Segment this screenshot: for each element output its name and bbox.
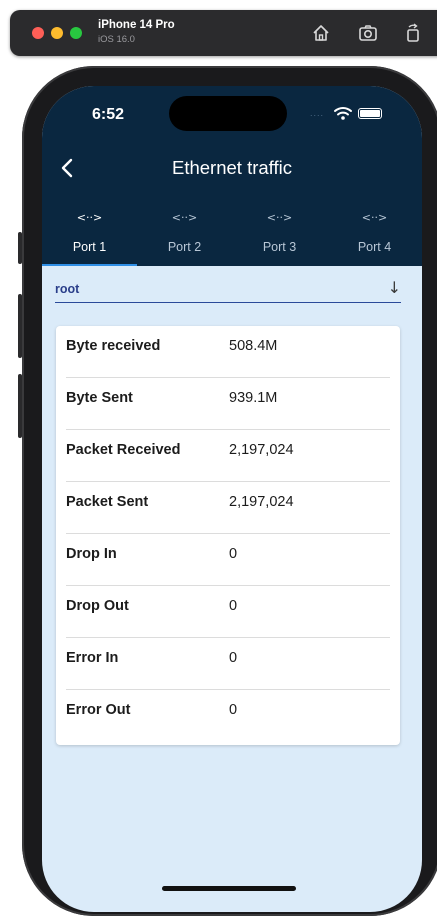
stat-row-drop-out: Drop Out 0 [66,586,390,638]
stat-value: 2,197,024 [229,442,294,458]
stat-row-packet-received: Packet Received 2,197,024 [66,430,390,482]
stat-row-byte-received: Byte received 508.4M [66,326,390,378]
phone-screen: 6:52 .... Ethernet traffic <··> Port 1 <… [42,86,422,912]
wifi-icon [334,107,352,120]
stat-value: 2,197,024 [229,494,294,510]
ethernet-icon: <··> [76,211,103,224]
stat-row-drop-in: Drop In 0 [66,534,390,586]
volume-up-button [18,294,22,358]
device-name: iPhone 14 Pro [98,19,175,31]
stat-label: Byte Sent [66,390,133,406]
stat-label: Packet Sent [66,494,149,510]
stat-label: Drop Out [66,598,129,614]
stat-label: Packet Received [66,442,181,458]
tab-label: Port 4 [357,240,392,254]
stat-row-packet-sent: Packet Sent 2,197,024 [66,482,390,534]
tab-port-3[interactable]: <··> Port 3 [232,204,327,266]
simulator-toolbar: iPhone 14 Pro iOS 16.0 [10,10,437,56]
home-indicator[interactable] [162,886,296,891]
stat-value: 0 [229,546,238,562]
status-time: 6:52 [92,106,125,123]
close-window-button[interactable] [32,27,44,39]
zoom-window-button[interactable] [70,27,82,39]
stat-row-byte-sent: Byte Sent 939.1M [66,378,390,430]
stat-row-error-out: Error Out 0 [66,690,390,742]
stat-label: Byte received [66,338,161,354]
tab-port-2[interactable]: <··> Port 2 [137,204,232,266]
dynamic-island [169,96,287,131]
stat-label: Drop In [66,546,117,562]
battery-icon [358,108,382,119]
app-header: 6:52 .... Ethernet traffic <··> Port 1 <… [42,86,422,266]
stat-value: 0 [229,650,238,666]
stat-value: 508.4M [229,338,278,354]
tab-port-4[interactable]: <··> Port 4 [327,204,422,266]
stat-label: Error In [66,650,119,666]
tab-label: Port 3 [262,240,297,254]
signal-indicator: .... [310,108,325,118]
tab-port-1[interactable]: <··> Port 1 [42,204,137,266]
stat-value: 0 [229,702,238,718]
stat-value: 0 [229,598,238,614]
ethernet-icon: <··> [361,211,388,224]
minimize-window-button[interactable] [51,27,63,39]
arrow-down-icon[interactable]: ↓ [388,278,401,297]
selected-interface: root [55,282,80,296]
active-tab-indicator [42,264,137,266]
ethernet-icon: <··> [266,211,293,224]
stat-row-error-in: Error In 0 [66,638,390,690]
tab-label: Port 2 [167,240,202,254]
tab-label: Port 1 [72,240,107,254]
volume-down-button [18,374,22,438]
stat-label: Error Out [66,702,131,718]
screenshot-icon[interactable] [357,22,379,44]
interface-select[interactable]: root ↓ [55,276,401,303]
ethernet-icon: <··> [171,211,198,224]
home-icon[interactable] [310,22,332,44]
rotate-icon[interactable] [402,22,424,44]
mute-switch [18,232,22,264]
port-tabs: <··> Port 1 <··> Port 2 <··> Port 3 <··>… [42,204,422,266]
page-title: Ethernet traffic [172,157,292,178]
os-version: iOS 16.0 [98,34,135,45]
traffic-stats-card: Byte received 508.4M Byte Sent 939.1M Pa… [56,326,400,745]
stat-value: 939.1M [229,390,278,406]
